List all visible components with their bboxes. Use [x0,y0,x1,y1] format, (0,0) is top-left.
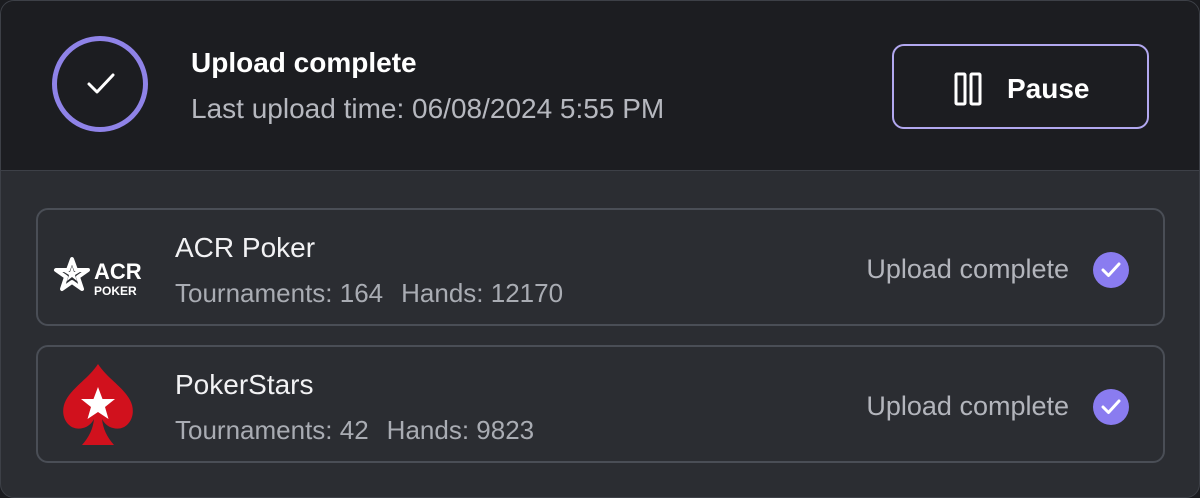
pause-icon [954,72,982,106]
upload-title: Upload complete [191,47,417,78]
tournaments-count: Tournaments: 42 [175,415,369,445]
acr-logo-text: ACR [94,259,142,284]
tournaments-count: Tournaments: 164 [175,278,384,308]
hands-count: Hands: 9823 [386,415,535,445]
site-upload-status: Upload complete [866,254,1069,284]
site-stats: Tournaments: 42 Hands: 9823 [175,415,534,446]
check-circle-icon [1093,389,1129,425]
site-name: PokerStars [175,369,314,400]
upload-header: Upload complete Last upload time: 06/08/… [1,1,1199,171]
pokerstars-logo [52,361,144,449]
acr-poker-logo: ACR POKER [52,224,144,312]
site-upload-status: Upload complete [866,391,1069,421]
site-stats: Tournaments: 164 Hands: 12170 [175,278,563,309]
last-upload-time: Last upload time: 06/08/2024 5:55 PM [191,93,665,124]
upload-complete-check-icon [52,36,148,132]
pause-button[interactable]: Pause [892,44,1149,129]
acr-logo-subtext: POKER [94,284,137,298]
pause-label: Pause [1007,73,1090,104]
site-row-acr-poker: ACR POKER ACR Poker Tournaments: 164 Hand… [36,208,1165,326]
site-row-pokerstars: PokerStars Tournaments: 42 Hands: 9823 Up… [36,345,1165,463]
hands-count: Hands: 12170 [401,278,564,308]
site-name: ACR Poker [175,232,316,263]
upload-status-card: Upload complete Last upload time: 06/08/… [0,0,1200,498]
check-circle-icon [1093,252,1129,288]
